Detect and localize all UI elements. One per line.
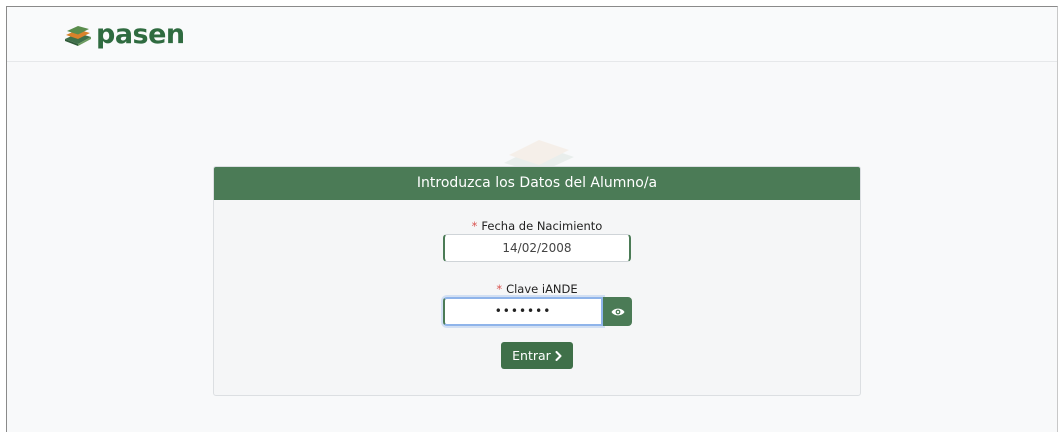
login-card: Introduzca los Datos del Alumno/a * Fecha… [213,166,861,396]
submit-button[interactable]: Entrar [501,342,573,369]
eye-icon [611,308,624,315]
birthdate-field[interactable]: 14/02/2008 [443,234,631,262]
birthdate-label-text: Fecha de Nacimiento [481,219,603,233]
password-label: * Clave iANDE [214,282,860,296]
books-icon [65,25,91,46]
top-bar: pasen [7,7,1057,62]
required-marker: * [471,219,478,233]
password-label-text: Clave iANDE [506,282,578,296]
required-marker: * [496,282,503,296]
app-window: pasen Introduzca los Datos del Alumno/a … [6,6,1058,432]
submit-label: Entrar [512,348,551,363]
card-title: Introduzca los Datos del Alumno/a [214,167,860,200]
birthdate-label: * Fecha de Nacimiento [214,219,860,233]
pasen-logo[interactable]: pasen [63,21,185,48]
logo-text: pasen [96,19,185,50]
show-password-button[interactable] [603,297,632,326]
chevron-right-icon [555,350,562,361]
password-field[interactable]: ••••••• [443,297,603,326]
